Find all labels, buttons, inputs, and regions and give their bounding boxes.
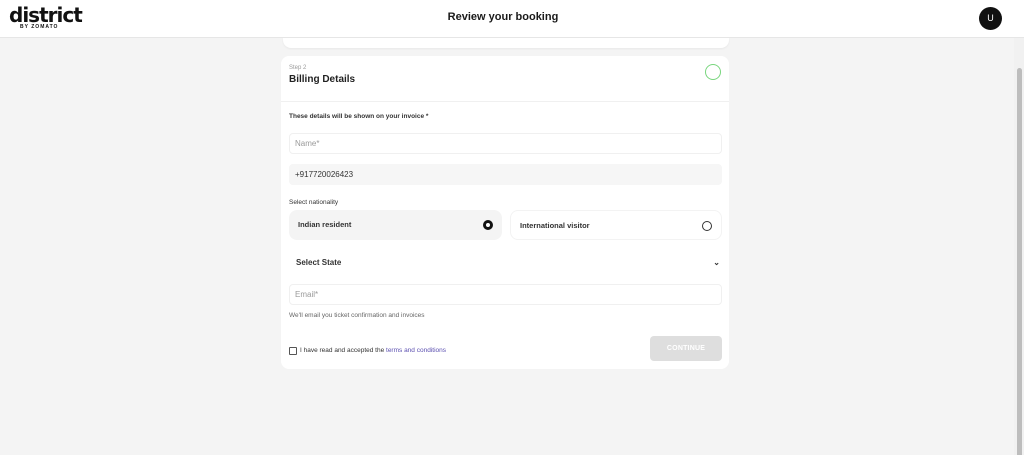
- scrollbar-thumb[interactable]: [1017, 68, 1022, 455]
- terms-link[interactable]: terms and conditions: [386, 347, 446, 354]
- email-note: We'll email you ticket confirmation and …: [289, 312, 425, 319]
- nationality-option-international-visitor[interactable]: International visitor: [510, 210, 722, 240]
- user-avatar[interactable]: U: [979, 7, 1002, 30]
- nationality-label: Select nationality: [289, 199, 339, 206]
- chevron-down-icon[interactable]: ⌄: [713, 252, 720, 273]
- nationality-option-indian-resident[interactable]: Indian resident: [289, 210, 502, 240]
- state-select-value: Select State: [296, 258, 342, 267]
- terms-prefix: I have read and accepted the: [300, 347, 387, 354]
- page-title: Review your booking: [447, 11, 559, 23]
- terms-text: I have read and accepted the terms and c…: [300, 347, 446, 354]
- state-select[interactable]: Select State ⌄: [289, 252, 722, 273]
- top-bar: district BY ZOMATO Review your booking U: [0, 0, 1024, 38]
- billing-card-header: Step 2 Billing Details: [281, 56, 729, 102]
- continue-button[interactable]: CONTINUE: [650, 336, 722, 361]
- billing-title: Billing Details: [289, 74, 356, 85]
- email-input[interactable]: Email*: [289, 284, 722, 305]
- step-status-circle-icon: [705, 64, 721, 80]
- radio-unselected-icon[interactable]: [702, 221, 712, 231]
- phone-input[interactable]: +917720026423: [289, 164, 722, 185]
- radio-option-label: International visitor: [520, 221, 590, 230]
- step-label: Step 2: [289, 65, 307, 71]
- invoice-hint: These details will be shown on your invo…: [289, 113, 429, 120]
- name-input[interactable]: Name*: [289, 133, 722, 154]
- terms-checkbox[interactable]: [289, 347, 297, 355]
- radio-option-label: Indian resident: [298, 220, 352, 229]
- page-scrollbar[interactable]: [1014, 38, 1024, 455]
- billing-details-card: Step 2 Billing Details These details wil…: [281, 56, 729, 369]
- logo-subtext: BY ZOMATO: [20, 24, 59, 30]
- radio-selected-icon[interactable]: [483, 220, 493, 230]
- previous-step-card: [283, 38, 729, 48]
